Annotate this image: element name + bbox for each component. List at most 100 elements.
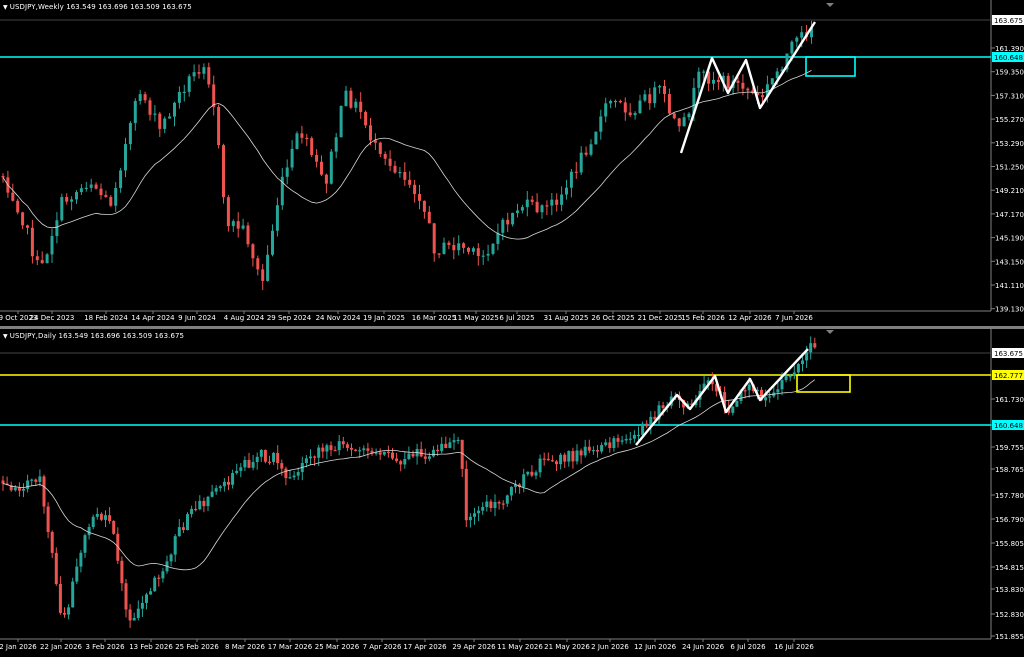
daily-candle bbox=[399, 461, 403, 465]
dropdown-triangle-icon[interactable]: ▼ bbox=[3, 333, 8, 340]
weekly-candle bbox=[800, 32, 804, 38]
weekly-y-tick-label: 153.290 bbox=[995, 140, 1024, 148]
weekly-candle bbox=[697, 71, 701, 88]
daily-candle bbox=[345, 444, 349, 448]
daily-candle bbox=[485, 501, 489, 508]
daily-candle bbox=[764, 397, 768, 401]
daily-chart-pane[interactable]: 161.730 159.755 158.765 157.780 156.790 155.8… bbox=[0, 329, 1024, 657]
weekly-candle bbox=[45, 254, 49, 264]
daily-candle bbox=[243, 459, 247, 468]
weekly-x-tick-label: 11 May 2025 bbox=[453, 314, 499, 322]
daily-candle bbox=[386, 451, 390, 454]
weekly-candle bbox=[212, 84, 216, 107]
weekly-candle bbox=[21, 212, 25, 226]
daily-candle bbox=[309, 456, 312, 459]
daily-wm-pattern-line bbox=[635, 348, 809, 446]
daily-candle bbox=[214, 488, 218, 492]
daily-candle bbox=[181, 527, 185, 531]
weekly-candle bbox=[790, 41, 794, 54]
weekly-x-tick-label: 18 Feb 2024 bbox=[84, 314, 128, 322]
weekly-candle bbox=[246, 225, 250, 245]
weekly-candle bbox=[677, 118, 681, 127]
weekly-x-tick-label: 31 Aug 2025 bbox=[544, 314, 589, 322]
weekly-candle bbox=[30, 227, 34, 257]
weekly-candle bbox=[168, 116, 172, 119]
weekly-candle bbox=[658, 85, 662, 88]
weekly-candle bbox=[148, 100, 152, 115]
daily-candle bbox=[542, 458, 546, 460]
weekly-candle bbox=[334, 137, 338, 152]
weekly-candle bbox=[795, 37, 799, 42]
daily-candle bbox=[292, 475, 296, 478]
daily-candle bbox=[350, 447, 353, 450]
weekly-y-tick-label: 155.270 bbox=[995, 116, 1024, 124]
weekly-candle bbox=[516, 210, 519, 213]
weekly-level-tag: 160.648 bbox=[994, 54, 1023, 62]
daily-candle bbox=[780, 380, 784, 390]
daily-candle bbox=[341, 441, 345, 445]
daily-candle bbox=[452, 440, 456, 443]
weekly-candle bbox=[589, 144, 593, 155]
weekly-candle bbox=[609, 100, 613, 104]
weekly-candle bbox=[158, 113, 162, 129]
daily-candle bbox=[801, 360, 804, 365]
weekly-candle bbox=[261, 269, 265, 281]
weekly-candle bbox=[275, 205, 279, 231]
weekly-candle bbox=[525, 199, 529, 208]
daily-candle bbox=[161, 571, 165, 579]
weekly-candle bbox=[163, 118, 167, 129]
weekly-candle bbox=[633, 113, 637, 116]
daily-x-tick-label: 17 Apr 2026 bbox=[403, 643, 447, 651]
weekly-candle bbox=[555, 199, 559, 205]
weekly-candle bbox=[153, 113, 157, 115]
daily-candle bbox=[432, 449, 435, 457]
daily-candle bbox=[190, 508, 194, 515]
weekly-x-tick-label: 19 Jan 2025 bbox=[363, 314, 405, 322]
weekly-candle bbox=[1, 176, 5, 178]
daily-candle bbox=[128, 609, 132, 621]
daily-candle bbox=[411, 453, 415, 457]
weekly-candle bbox=[614, 100, 617, 103]
daily-candle bbox=[177, 527, 181, 537]
weekly-candle bbox=[427, 211, 431, 224]
daily-candle bbox=[288, 477, 292, 479]
weekly-candle bbox=[457, 243, 461, 251]
dropdown-triangle-icon[interactable]: ▼ bbox=[3, 4, 8, 11]
weekly-candle bbox=[35, 256, 39, 261]
weekly-candle bbox=[599, 116, 603, 132]
weekly-chart-pane[interactable]: 161.390 159.350 157.310 155.270 153.290 151.2… bbox=[0, 0, 1024, 326]
daily-candle bbox=[632, 434, 636, 439]
daily-candle bbox=[239, 467, 243, 471]
daily-candle bbox=[526, 471, 530, 475]
weekly-candle bbox=[40, 260, 44, 264]
weekly-candle bbox=[447, 242, 451, 246]
weekly-candle bbox=[775, 71, 779, 79]
daily-candle bbox=[206, 496, 210, 507]
daily-y-tick-label: 154.815 bbox=[995, 564, 1024, 572]
daily-candle bbox=[124, 583, 128, 610]
daily-candle bbox=[280, 463, 284, 469]
weekly-candle bbox=[75, 192, 78, 200]
daily-candle bbox=[99, 513, 103, 520]
weekly-candle bbox=[682, 117, 686, 127]
weekly-candle bbox=[89, 184, 93, 188]
daily-candle bbox=[333, 450, 337, 452]
weekly-chart[interactable]: 161.390 159.350 157.310 155.270 153.290 151.2… bbox=[0, 0, 1024, 326]
weekly-candle bbox=[241, 225, 245, 229]
daily-candle bbox=[792, 372, 796, 377]
weekly-candle bbox=[638, 100, 642, 114]
weekly-candle bbox=[177, 91, 181, 103]
weekly-current-price-tag: 163.675 bbox=[994, 17, 1023, 25]
weekly-candle bbox=[50, 236, 54, 255]
daily-chart[interactable]: 161.730 159.755 158.765 157.780 156.790 155.8… bbox=[0, 329, 1024, 657]
weekly-candle bbox=[506, 219, 510, 225]
weekly-candle bbox=[716, 79, 720, 83]
weekly-candle bbox=[94, 184, 98, 189]
weekly-candle bbox=[124, 144, 127, 171]
daily-candle bbox=[67, 607, 71, 615]
daily-candle bbox=[145, 594, 148, 603]
daily-candle bbox=[284, 468, 288, 479]
daily-x-tick-label: 3 Feb 2026 bbox=[85, 643, 125, 651]
daily-y-tick-label: 158.765 bbox=[995, 466, 1024, 474]
daily-candle bbox=[788, 376, 792, 378]
